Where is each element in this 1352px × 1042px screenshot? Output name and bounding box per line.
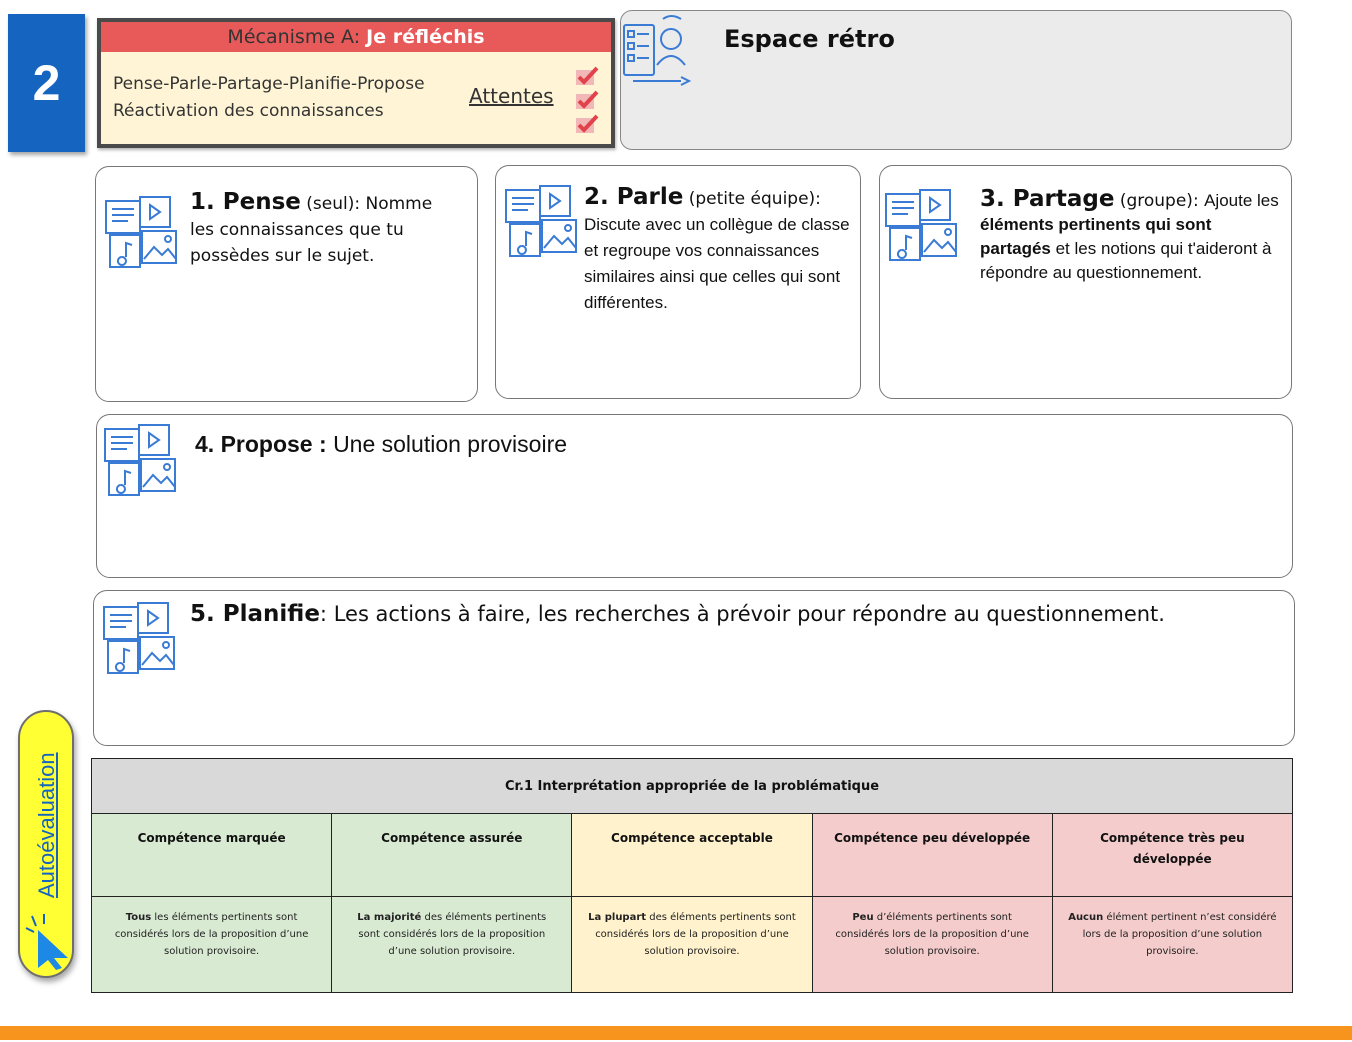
check-icon [576, 114, 599, 133]
mechanism-line-2: Réactivation des connaissances [113, 101, 384, 121]
step-planifie-body: Les actions à faire, les recherches à pr… [333, 602, 1165, 626]
step-partage-box[interactable]: 3. Partage (groupe): Ajoute les éléments… [879, 165, 1292, 399]
rubric-desc-2: La majorité des éléments pertinents sont… [331, 896, 573, 993]
step-planifie-box[interactable]: 5. Planifie: Les actions à faire, les re… [93, 590, 1295, 746]
rubric-desc-1: Tous les éléments pertinents sont consid… [90, 896, 333, 993]
step-parle-note: (petite équipe): [683, 189, 821, 209]
rubric-title: Cr.1 Interprétation appropriée de la pro… [91, 758, 1293, 814]
retro-title: Espace rétro [724, 25, 895, 53]
step-parle-box[interactable]: 2. Parle (petite équipe): Discute avec u… [495, 165, 861, 399]
step-pense-text: 1. Pense (seul): Nomme les connaissances… [190, 189, 470, 269]
page-number-badge: 2 [8, 14, 85, 152]
mechanism-banner: Mécanisme A: Je réfléchis Pense-Parle-Pa… [97, 18, 615, 148]
rubric-desc-4: Peu d’éléments pertinents sont considéré… [811, 896, 1053, 993]
autoevaluation-label: Autoévaluation [34, 752, 59, 898]
cursor-click-icon [25, 914, 68, 970]
rubric-level-4: Compétence peu développée [811, 813, 1053, 897]
page-number: 2 [32, 55, 61, 111]
rubric-desc-text: élément pertinent n’est considéré lors d… [1082, 912, 1277, 957]
step-partage-note: (groupe): [1114, 191, 1205, 211]
step-parle-title: 2. Parle [584, 184, 684, 210]
step-partage-text: 3. Partage (groupe): Ajoute les éléments… [980, 188, 1284, 285]
retro-space[interactable]: Espace rétro [620, 10, 1292, 150]
step-partage-lead: Ajoute les [1204, 191, 1279, 210]
step-pense-title: 1. Pense [190, 189, 301, 215]
step-partage-title: 3. Partage [980, 186, 1115, 212]
rubric-level-1: Compétence marquée [90, 813, 333, 897]
check-icon [576, 66, 599, 85]
rubric-table: Cr.1 Interprétation appropriée de la pro… [90, 758, 1294, 993]
multimedia-icon [885, 189, 957, 261]
footer-accent-bar [0, 1026, 1352, 1040]
multimedia-icon [505, 185, 577, 257]
step-propose-sep: : [312, 431, 334, 457]
rubric-desc-row: Tous les éléments pertinents sont consid… [90, 896, 1294, 993]
rubric-desc-lead: La plupart [588, 912, 647, 923]
step-planifie-text: 5. Planifie: Les actions à faire, les re… [190, 601, 1165, 627]
step-pense-box[interactable]: 1. Pense (seul): Nomme les connaissances… [95, 166, 478, 402]
rubric-level-5: Compétence très peu développée [1051, 813, 1294, 897]
teacher-checklist-icon [623, 15, 692, 86]
mechanism-highlight: Je réfléchis [366, 26, 485, 48]
step-planifie-sep: : [319, 602, 334, 626]
step-propose-text: 4. Propose : Une solution provisoire [195, 431, 567, 457]
step-propose-body: Une solution provisoire [333, 431, 568, 457]
mechanism-title: Mécanisme A: Je réfléchis [101, 22, 611, 52]
autoevaluation-button[interactable]: Autoévaluation [18, 710, 74, 978]
rubric-desc-lead: Peu [852, 912, 874, 923]
rubric-level-2: Compétence assurée [331, 813, 573, 897]
rubric-desc-lead: La majorité [357, 912, 422, 923]
multimedia-icon [105, 196, 177, 268]
multimedia-icon [103, 602, 175, 674]
step-pense-line3: possèdes sur le sujet. [190, 246, 375, 266]
rubric-desc-5: Aucun élément pertinent n’est considéré … [1051, 896, 1294, 993]
step-pense-line2: les connaissances que tu [190, 220, 404, 240]
expectations-link[interactable]: Attentes [469, 84, 554, 108]
step-propose-title: 4. Propose [195, 431, 313, 457]
rubric-desc-3: La plupart des éléments pertinents sont … [571, 896, 813, 993]
mechanism-line-1: Pense-Parle-Partage-Planifie-Propose [113, 74, 425, 94]
step-parle-body: Discute avec un collègue de classe et re… [584, 215, 850, 312]
step-pense-line1: Nomme [365, 194, 433, 214]
step-parle-text: 2. Parle (petite équipe): Discute avec u… [584, 184, 854, 316]
rubric-desc-lead: Aucun [1068, 912, 1104, 923]
rubric-levels-row: Compétence marquée Compétence assurée Co… [90, 813, 1294, 897]
multimedia-icon [104, 424, 176, 496]
step-pense-note: (seul): [300, 194, 366, 214]
rubric-level-3: Compétence acceptable [571, 813, 813, 897]
check-icon [576, 90, 599, 109]
mechanism-prefix: Mécanisme A: [227, 26, 367, 48]
rubric-desc-lead: Tous [125, 912, 152, 923]
step-planifie-title: 5. Planifie [190, 601, 320, 627]
step-propose-box[interactable]: 4. Propose : Une solution provisoire [96, 414, 1293, 578]
